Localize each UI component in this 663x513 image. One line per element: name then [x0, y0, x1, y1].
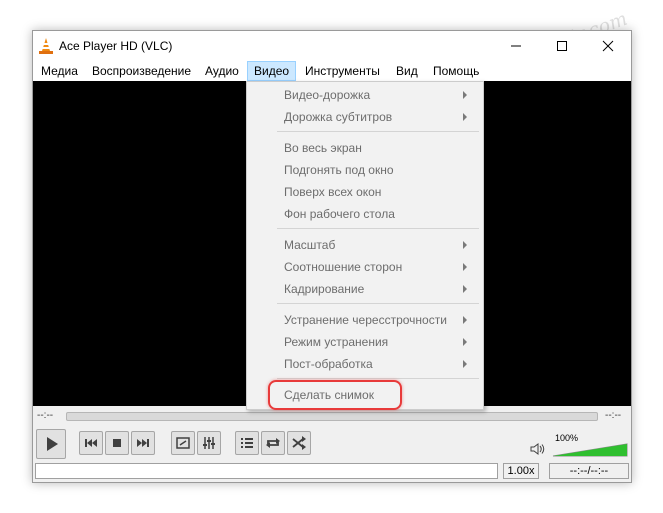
stop-button[interactable]: [105, 431, 129, 455]
menu-audio[interactable]: Аудио: [205, 64, 239, 78]
close-button[interactable]: [585, 31, 631, 61]
submenu-arrow-icon: [463, 338, 467, 346]
shuffle-button[interactable]: [287, 431, 311, 455]
menu-help[interactable]: Помощь: [433, 64, 479, 78]
menu-tools[interactable]: Инструменты: [305, 64, 380, 78]
submenu-arrow-icon: [463, 263, 467, 271]
menu-fit-window[interactable]: Подгонять под окно: [284, 163, 394, 177]
equalizer-button[interactable]: [197, 431, 221, 455]
minimize-icon: [511, 45, 521, 47]
maximize-button[interactable]: [539, 31, 585, 61]
fullscreen-icon: [176, 437, 190, 449]
menu-post-processing[interactable]: Пост-обработка: [284, 357, 373, 371]
menu-view[interactable]: Вид: [396, 64, 418, 78]
loop-button[interactable]: [261, 431, 285, 455]
speaker-icon[interactable]: [530, 442, 546, 456]
title-bar: Ace Player HD (VLC): [33, 31, 631, 61]
menu-separator: [277, 303, 479, 304]
menu-video-track[interactable]: Видео-дорожка: [284, 88, 370, 102]
submenu-arrow-icon: [463, 360, 467, 368]
menu-crop[interactable]: Кадрирование: [284, 282, 364, 296]
menu-deinterlace-mode[interactable]: Режим устранения: [284, 335, 388, 349]
elapsed-time: --:--: [37, 410, 54, 421]
playlist-button[interactable]: [235, 431, 259, 455]
menu-deinterlace[interactable]: Устранение чересстрочности: [284, 313, 447, 327]
menu-separator: [277, 131, 479, 132]
minimize-button[interactable]: [493, 31, 539, 61]
menu-bar: Медиа Воспроизведение Аудио Видео Инстру…: [33, 61, 631, 81]
equalizer-icon: [203, 437, 215, 449]
skip-forward-icon: [137, 439, 149, 447]
playback-speed[interactable]: 1.00x: [503, 463, 539, 479]
menu-subtitle-track[interactable]: Дорожка субтитров: [284, 110, 392, 124]
submenu-arrow-icon: [463, 316, 467, 324]
traffic-cone-icon: [39, 38, 53, 54]
stop-icon: [113, 439, 121, 447]
menu-video[interactable]: Видео: [247, 61, 297, 81]
play-button[interactable]: [36, 429, 66, 459]
seek-slider[interactable]: [66, 412, 598, 421]
remaining-time: --:--: [605, 410, 622, 421]
status-bar: 1.00x --:--/--:--: [33, 461, 631, 482]
menu-separator: [277, 228, 479, 229]
status-field: [35, 463, 498, 479]
submenu-arrow-icon: [463, 113, 467, 121]
next-button[interactable]: [131, 431, 155, 455]
fullscreen-button[interactable]: [171, 431, 195, 455]
menu-zoom[interactable]: Масштаб: [284, 238, 335, 252]
loop-icon: [266, 438, 280, 448]
window-title: Ace Player HD (VLC): [59, 39, 173, 53]
submenu-arrow-icon: [463, 91, 467, 99]
submenu-arrow-icon: [463, 241, 467, 249]
skip-back-icon: [85, 439, 97, 447]
previous-button[interactable]: [79, 431, 103, 455]
shuffle-icon: [292, 436, 306, 450]
time-display[interactable]: --:--/--:--: [549, 463, 629, 479]
submenu-arrow-icon: [463, 285, 467, 293]
menu-aspect-ratio[interactable]: Соотношение сторон: [284, 260, 402, 274]
menu-media[interactable]: Медиа: [41, 64, 78, 78]
playlist-icon: [241, 438, 253, 448]
snapshot-highlight-outline: [268, 380, 402, 410]
menu-always-on-top[interactable]: Поверх всех окон: [284, 185, 381, 199]
menu-fullscreen[interactable]: Во весь экран: [284, 141, 362, 155]
menu-playback[interactable]: Воспроизведение: [92, 64, 191, 78]
volume-percent: 100%: [555, 433, 579, 443]
menu-separator: [277, 378, 479, 379]
menu-wallpaper[interactable]: Фон рабочего стола: [284, 207, 395, 221]
play-icon: [47, 437, 58, 451]
close-icon: [602, 40, 614, 52]
video-menu-dropdown: Видео-дорожка Дорожка субтитров Во весь …: [246, 81, 484, 410]
maximize-icon: [557, 41, 567, 51]
